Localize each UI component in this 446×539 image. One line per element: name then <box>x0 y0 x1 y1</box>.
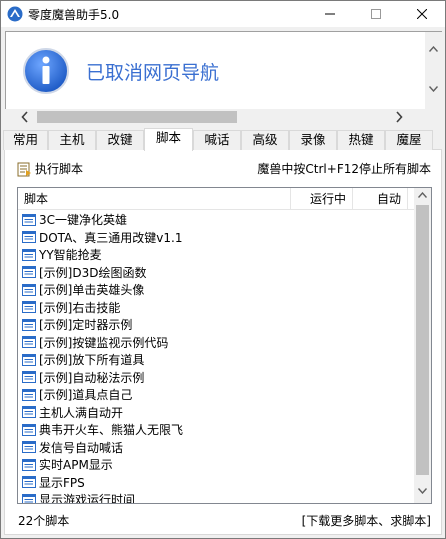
minimize-button[interactable] <box>307 1 353 27</box>
list-item[interactable]: [示例]按键监视示例代码 <box>22 334 412 352</box>
list-item[interactable]: DOTA、真三通用改键v1.1 <box>22 229 412 247</box>
title-bar: 零度魔兽助手5.0 <box>1 1 445 27</box>
script-name: 显示FPS <box>39 475 85 490</box>
script-name: [示例]道具点自己 <box>39 388 133 403</box>
script-file-icon <box>22 336 36 349</box>
tab-script[interactable]: 脚本 <box>144 128 193 151</box>
script-file-icon <box>22 406 36 419</box>
banner-message: 已取消网页导航 <box>86 62 220 84</box>
list-item[interactable]: 显示FPS <box>22 474 412 492</box>
list-item[interactable]: 发信号自动喊话 <box>22 439 412 457</box>
list-item[interactable]: 3C一键净化英雄 <box>22 211 412 229</box>
tab-replay[interactable]: 录像 <box>289 130 337 150</box>
tab-shout[interactable]: 喊话 <box>193 130 241 150</box>
script-name: [示例]右击技能 <box>39 300 121 315</box>
script-file-icon <box>22 441 36 454</box>
script-name: [示例]自动秘法示例 <box>39 370 145 385</box>
scroll-down-icon[interactable] <box>429 86 438 92</box>
scroll-thumb[interactable] <box>416 205 429 475</box>
list-item[interactable]: [示例]单击英雄头像 <box>22 281 412 299</box>
horizontal-scrollbar[interactable] <box>5 109 425 126</box>
script-file-icon <box>22 353 36 366</box>
script-name: 显示游戏运行时间 <box>39 493 136 504</box>
tab-bar: 常用 主机 改键 脚本 喊话 高级 录像 热键 魔屋 <box>3 128 442 151</box>
script-file-icon <box>22 283 36 296</box>
script-file-icon <box>22 213 36 226</box>
close-icon <box>417 9 427 19</box>
tab-host[interactable]: 主机 <box>48 130 96 150</box>
script-name: [示例]定时器示例 <box>39 318 133 333</box>
script-name: 实时APM显示 <box>39 458 113 473</box>
download-more-link[interactable]: [下载更多脚本、求脚本] <box>302 512 431 529</box>
tab-hotkey[interactable]: 热键 <box>337 130 385 150</box>
script-name: 3C一键净化英雄 <box>39 213 128 228</box>
list-scrollbar[interactable] <box>414 188 431 503</box>
script-file-icon <box>22 371 36 384</box>
list-item[interactable]: [示例]放下所有道具 <box>22 351 412 369</box>
tab-common[interactable]: 常用 <box>3 130 48 150</box>
script-file-icon <box>22 388 36 401</box>
column-auto[interactable]: 自动 <box>352 188 408 210</box>
main-window: 零度魔兽助手5.0 已取消网页导航 常用 主机 改键 脚本 喊话 高级 录像 热… <box>0 0 446 539</box>
script-name: [示例]放下所有道具 <box>39 353 145 368</box>
tab-house[interactable]: 魔屋 <box>385 130 433 150</box>
close-button[interactable] <box>399 1 445 27</box>
script-name: 主机人满自动开 <box>39 405 124 420</box>
script-file-icon <box>22 266 36 279</box>
info-icon <box>23 48 69 94</box>
list-header: 脚本 运行中 自动 <box>18 188 414 210</box>
run-script-button[interactable]: 执行脚本 <box>16 160 83 177</box>
list-item[interactable]: 显示游戏运行时间 <box>22 491 412 504</box>
list-item[interactable]: 典韦开火车、熊猫人无限飞 <box>22 421 412 439</box>
script-name: YY智能抢麦 <box>39 248 102 263</box>
script-count: 22个脚本 <box>18 514 70 528</box>
list-item[interactable]: [示例]自动秘法示例 <box>22 369 412 387</box>
scroll-thumb[interactable] <box>37 111 237 123</box>
tab-keymap[interactable]: 改键 <box>96 130 144 150</box>
script-name: 典韦开火车、熊猫人无限飞 <box>39 423 184 438</box>
script-file-icon <box>22 231 36 244</box>
list-item[interactable]: 实时APM显示 <box>22 456 412 474</box>
window-title: 零度魔兽助手5.0 <box>28 8 120 22</box>
scroll-right-icon[interactable] <box>396 111 403 123</box>
column-running[interactable]: 运行中 <box>290 188 352 210</box>
script-name: [示例]按键监视示例代码 <box>39 335 169 350</box>
list-item[interactable]: [示例]D3D绘图函数 <box>22 264 412 282</box>
maximize-icon <box>371 9 381 19</box>
info-banner: 已取消网页导航 <box>5 31 425 109</box>
maximize-button[interactable] <box>353 1 399 27</box>
run-script-icon <box>17 162 31 176</box>
scroll-up-icon[interactable] <box>418 192 427 198</box>
scroll-down-icon[interactable] <box>418 488 427 494</box>
banner-scrollbar[interactable] <box>425 31 442 109</box>
script-file-icon <box>22 493 36 503</box>
list-item[interactable]: YY智能抢麦 <box>22 246 412 264</box>
script-name: 发信号自动喊话 <box>39 440 124 455</box>
scroll-up-icon[interactable] <box>429 46 438 52</box>
script-name: [示例]D3D绘图函数 <box>39 265 147 280</box>
script-name: [示例]单击英雄头像 <box>39 283 145 298</box>
list-item[interactable]: [示例]定时器示例 <box>22 316 412 334</box>
script-file-icon <box>22 301 36 314</box>
script-file-icon <box>22 476 36 489</box>
column-script[interactable]: 脚本 <box>24 188 48 210</box>
script-file-icon <box>22 318 36 331</box>
script-panel: 执行脚本 魔兽中按Ctrl+F12停止所有脚本 脚本 运行中 自动 3C一键净化… <box>4 150 442 535</box>
script-name: DOTA、真三通用改键v1.1 <box>39 230 183 245</box>
list-item[interactable]: [示例]右击技能 <box>22 299 412 317</box>
minimize-icon <box>325 13 335 15</box>
script-file-icon <box>22 248 36 261</box>
hotkey-hint: 魔兽中按Ctrl+F12停止所有脚本 <box>257 162 431 176</box>
list-rows: 3C一键净化英雄 DOTA、真三通用改键v1.1 YY智能抢麦 [示例]D3D绘图函数… <box>22 211 412 504</box>
run-script-label: 执行脚本 <box>35 162 84 176</box>
list-item[interactable]: [示例]道具点自己 <box>22 386 412 404</box>
app-logo-icon <box>7 6 23 22</box>
script-file-icon <box>22 458 36 471</box>
scroll-left-icon[interactable] <box>21 111 28 123</box>
script-list[interactable]: 脚本 运行中 自动 3C一键净化英雄 DOTA、真三通用改键v1.1 YY智能抢麦 [… <box>17 187 432 504</box>
list-item[interactable]: 主机人满自动开 <box>22 404 412 422</box>
script-file-icon <box>22 423 36 436</box>
tab-advanced[interactable]: 高级 <box>241 130 289 150</box>
